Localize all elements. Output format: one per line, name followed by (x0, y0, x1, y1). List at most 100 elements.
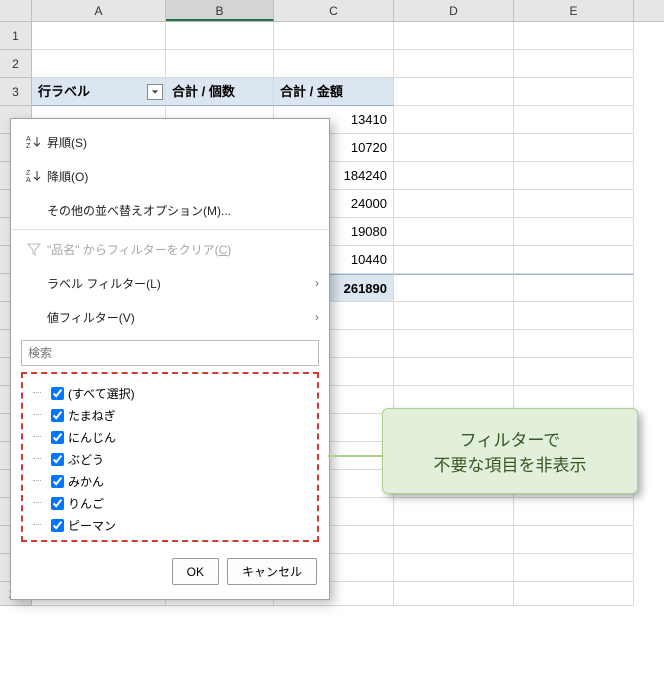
row-header-3[interactable]: 3 (0, 78, 32, 106)
clear-filter-icon (21, 241, 47, 257)
column-header-A[interactable]: A (32, 0, 166, 21)
callout-line1: フィルターで (460, 426, 561, 451)
filter-check-item[interactable]: ピーマン (29, 514, 311, 536)
column-header-B[interactable]: B (166, 0, 274, 21)
cell[interactable] (514, 358, 634, 386)
cell[interactable] (514, 190, 634, 218)
cell[interactable] (274, 50, 394, 78)
sort-ascending-item[interactable]: AZ 昇順(S) (11, 125, 329, 159)
filter-checkbox[interactable] (51, 431, 64, 444)
filter-checkbox[interactable] (51, 519, 64, 532)
cell[interactable] (394, 302, 514, 330)
label-filter-item[interactable]: ラベル フィルター(L) › (11, 266, 329, 300)
filter-dropdown-button[interactable] (147, 84, 163, 100)
row-header-1[interactable]: 1 (0, 22, 32, 50)
cell[interactable] (394, 330, 514, 358)
filter-check-item[interactable]: みかん (29, 470, 311, 492)
filter-checkbox[interactable] (51, 453, 64, 466)
column-headers: A B C D E (0, 0, 664, 22)
ok-button[interactable]: OK (172, 558, 219, 585)
cell[interactable] (394, 526, 514, 554)
cell[interactable] (514, 134, 634, 162)
cell[interactable] (394, 554, 514, 582)
menu-separator (11, 229, 329, 230)
cell[interactable] (394, 50, 514, 78)
svg-text:Z: Z (26, 170, 31, 177)
cell[interactable] (514, 78, 634, 106)
cell[interactable] (394, 22, 514, 50)
more-sort-label: その他の並べ替えオプション(M)... (47, 202, 319, 219)
filter-checkbox[interactable] (51, 387, 64, 400)
cell[interactable] (514, 302, 634, 330)
cell[interactable] (514, 554, 634, 582)
sort-asc-icon: AZ (21, 134, 47, 150)
cell[interactable] (394, 582, 514, 606)
cell[interactable] (394, 498, 514, 526)
cell[interactable] (514, 50, 634, 78)
filter-check-item[interactable]: りんご (29, 492, 311, 514)
filter-search-box[interactable] (21, 340, 319, 366)
cell[interactable] (514, 162, 634, 190)
sort-desc-icon: ZA (21, 168, 47, 184)
svg-text:A: A (26, 177, 31, 184)
cell[interactable] (514, 218, 634, 246)
filter-dropdown-menu: AZ 昇順(S) ZA 降順(O) その他の並べ替えオプション(M)... "品… (10, 118, 330, 600)
filter-item-label: ピーマン (68, 517, 116, 534)
sort-desc-label: 降順(O) (47, 168, 319, 185)
column-header-E[interactable]: E (514, 0, 634, 21)
filter-item-label: みかん (68, 473, 104, 490)
cell[interactable] (274, 22, 394, 50)
clear-filter-item: "品名" からフィルターをクリア(C) (11, 232, 329, 266)
pivot-row-label-header[interactable]: 行ラベル (32, 78, 166, 106)
filter-checkbox[interactable] (51, 475, 64, 488)
cell[interactable] (394, 190, 514, 218)
filter-button-row: OK キャンセル (11, 548, 329, 593)
filter-checkbox[interactable] (51, 497, 64, 510)
cell[interactable] (32, 22, 166, 50)
cell[interactable] (32, 50, 166, 78)
cell[interactable] (514, 274, 634, 302)
filter-check-item[interactable]: たまねぎ (29, 404, 311, 426)
cell[interactable] (394, 134, 514, 162)
cell[interactable] (394, 218, 514, 246)
cell[interactable] (514, 246, 634, 274)
sort-descending-item[interactable]: ZA 降順(O) (11, 159, 329, 193)
filter-check-item[interactable]: にんじん (29, 426, 311, 448)
pivot-col-b-header[interactable]: 合計 / 個数 (166, 78, 274, 106)
filter-item-label: にんじん (68, 429, 116, 446)
cancel-button[interactable]: キャンセル (227, 558, 317, 585)
cell[interactable] (514, 582, 634, 606)
filter-item-label: たまねぎ (68, 407, 116, 424)
cell[interactable] (514, 526, 634, 554)
cell[interactable] (394, 78, 514, 106)
filter-checkbox[interactable] (51, 409, 64, 422)
svg-text:Z: Z (26, 143, 31, 150)
filter-item-label: ぶどう (68, 451, 104, 468)
cell[interactable] (166, 22, 274, 50)
value-filter-item[interactable]: 値フィルター(V) › (11, 300, 329, 334)
select-all-corner[interactable] (0, 0, 32, 21)
filter-item-label: (すべて選択) (68, 385, 135, 402)
cell[interactable] (394, 162, 514, 190)
value-filter-label: 値フィルター(V) (47, 309, 303, 326)
filter-search-input[interactable] (22, 341, 318, 365)
label-filter-label: ラベル フィルター(L) (47, 275, 303, 292)
row-header-2[interactable]: 2 (0, 50, 32, 78)
column-header-C[interactable]: C (274, 0, 394, 21)
cell[interactable] (394, 246, 514, 274)
cell[interactable] (394, 358, 514, 386)
cell[interactable] (394, 106, 514, 134)
cell[interactable] (166, 50, 274, 78)
cell[interactable] (394, 274, 514, 302)
more-sort-options-item[interactable]: その他の並べ替えオプション(M)... (11, 193, 329, 227)
cell[interactable] (514, 498, 634, 526)
cell[interactable] (514, 106, 634, 134)
submenu-arrow-icon: › (303, 310, 319, 324)
filter-check-item[interactable]: (すべて選択) (29, 382, 311, 404)
pivot-col-c-header[interactable]: 合計 / 金額 (274, 78, 394, 106)
row-label-text: 行ラベル (38, 84, 90, 99)
filter-check-item[interactable]: ぶどう (29, 448, 311, 470)
cell[interactable] (514, 330, 634, 358)
cell[interactable] (514, 22, 634, 50)
column-header-D[interactable]: D (394, 0, 514, 21)
